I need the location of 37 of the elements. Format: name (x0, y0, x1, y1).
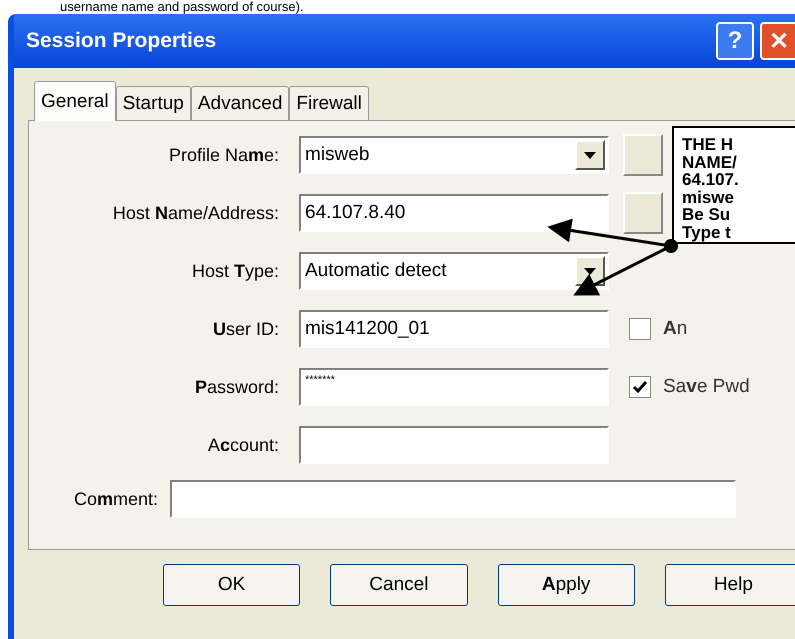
combo-box[interactable]: misweb (299, 136, 609, 174)
close-button[interactable]: ✕ (760, 22, 795, 60)
field-label: Password: (194, 376, 279, 398)
field-label: User ID: (212, 318, 279, 340)
checkbox[interactable] (629, 318, 651, 340)
field-label: Host Name/Address: (112, 202, 279, 224)
window-title: Session Properties (26, 29, 216, 53)
field-label: Account: (206, 434, 279, 456)
tab[interactable]: General (34, 81, 116, 121)
checkbox-label: Save Pwd (663, 376, 750, 398)
dialog-button[interactable]: Help (664, 564, 795, 606)
side-button[interactable] (623, 134, 663, 176)
caret-icon (584, 268, 596, 274)
dialog-button[interactable]: Cancel (330, 564, 468, 606)
input-field[interactable]: mis141200_01 (299, 310, 609, 348)
callout-text: THE H NAME/ 64.107. miswe Be Su Type t (682, 136, 739, 241)
field-label: Host Type: (190, 260, 279, 282)
checkbox[interactable] (629, 376, 651, 398)
caption-text: username name and password of course). (59, 0, 305, 14)
caret-icon (584, 152, 596, 158)
password-field[interactable]: ******* (299, 368, 609, 406)
side-button[interactable] (623, 192, 663, 234)
input-field[interactable] (299, 426, 609, 464)
input-field[interactable]: 64.107.8.40 (299, 194, 609, 232)
tab[interactable]: Startup (116, 86, 191, 120)
field-label: Profile Name: (168, 144, 279, 166)
check-icon (633, 381, 647, 393)
dialog-button[interactable]: OK (163, 564, 300, 606)
dialog-button[interactable]: Apply (498, 564, 635, 606)
tab[interactable]: Advanced (190, 86, 290, 120)
dropdown-button[interactable] (575, 140, 605, 170)
comment-field[interactable] (170, 480, 736, 518)
checkbox-label: An (663, 318, 688, 340)
help-button[interactable]: ? (716, 22, 754, 60)
field-label: Comment: (74, 488, 158, 510)
tab[interactable]: Firewall (289, 86, 369, 120)
combo-box[interactable]: Automatic detect (299, 252, 609, 290)
